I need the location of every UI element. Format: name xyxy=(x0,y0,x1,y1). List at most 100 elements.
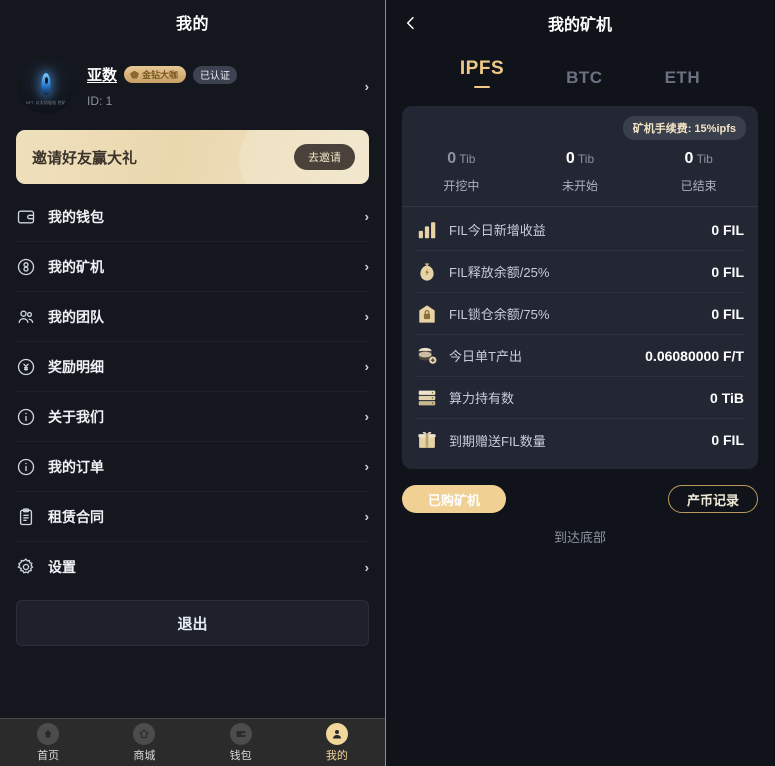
row-value: 0 FIL xyxy=(711,263,744,280)
profile-name-line: 亚数 金钻大咖 已认证 xyxy=(87,64,346,85)
stat-number: 0 xyxy=(684,150,694,167)
chevron-right-icon: › xyxy=(364,209,369,224)
tab-eth[interactable]: ETH xyxy=(665,68,701,88)
diamond-icon xyxy=(130,70,140,79)
menu-item-label: 我的矿机 xyxy=(48,258,104,275)
profile-icon xyxy=(325,722,348,745)
row-label: 算力持有数 xyxy=(449,391,515,406)
stat-value: 0 Tib xyxy=(685,150,713,168)
page-title: 我的 xyxy=(175,16,209,33)
miner-page-title: 我的矿机 xyxy=(547,17,612,34)
miner-actions: 已购矿机 产币记录 xyxy=(386,469,774,513)
tab-label: 首页 xyxy=(37,749,60,762)
row-hashrate: 算力持有数 0 TiB xyxy=(416,377,744,419)
menu-item-contract[interactable]: 租赁合同 › xyxy=(16,492,369,542)
menu-item-label: 我的订单 xyxy=(48,458,104,475)
chevron-right-icon: › xyxy=(364,78,369,94)
server-icon xyxy=(416,387,438,409)
invite-title: 邀请好友赢大礼 xyxy=(32,149,138,167)
team-icon xyxy=(16,307,36,327)
stat-value: 0 Tib xyxy=(566,150,594,168)
chevron-right-icon: › xyxy=(364,509,369,524)
chevron-right-icon: › xyxy=(364,309,369,324)
chevron-right-icon: › xyxy=(364,559,369,575)
profile-panel: 我的 NFT 以太坊轻松 挖矿 亚数 金钻大咖 已认证 ID: 1 › 邀请好友… xyxy=(0,0,386,766)
fee-row: 矿机手续费: 15%ipfs xyxy=(402,116,758,140)
avatar-glow-icon xyxy=(41,72,51,95)
coin-record-button[interactable]: 产币记录 xyxy=(667,485,758,513)
tab-label: 钱包 xyxy=(229,749,252,762)
stat-unit: Tib xyxy=(577,152,595,166)
owned-miners-button[interactable]: 已购矿机 xyxy=(402,485,507,513)
verified-badge: 已认证 xyxy=(193,65,238,84)
stat-label: 已结束 xyxy=(680,179,717,193)
tab-profile[interactable]: 我的 xyxy=(289,722,385,763)
tab-label: 商城 xyxy=(133,749,156,762)
shop-icon xyxy=(133,722,156,745)
tab-home[interactable]: 首页 xyxy=(0,722,96,763)
stat-number: 0 xyxy=(565,150,575,167)
menu-item-wallet[interactable]: 我的钱包 › xyxy=(16,192,369,242)
row-label: 今日单T产出 xyxy=(449,349,522,364)
avatar-caption: NFT 以太坊轻松 挖矿 xyxy=(25,99,67,105)
menu-item-about[interactable]: 关于我们 › xyxy=(16,392,369,442)
info-icon xyxy=(16,407,36,427)
contract-icon xyxy=(16,507,36,527)
row-daily-per-t: 今日单T产出 0.06080000 F/T xyxy=(416,335,744,377)
stat-mining: 0 Tib 开挖中 xyxy=(402,150,521,194)
wallet-icon xyxy=(16,207,36,227)
app-screen: 我的 NFT 以太坊轻松 挖矿 亚数 金钻大咖 已认证 ID: 1 › 邀请好友… xyxy=(0,0,775,766)
stat-unit: Tib xyxy=(696,152,713,166)
row-value: 0 FIL xyxy=(711,221,744,238)
tab-label: ETH xyxy=(664,68,701,87)
chevron-left-icon[interactable] xyxy=(398,10,424,36)
invite-banner[interactable]: 邀请好友赢大礼 去邀请 xyxy=(16,130,369,184)
user-id: ID: 1 xyxy=(87,94,113,108)
profile-info: 亚数 金钻大咖 已认证 ID: 1 xyxy=(87,64,346,108)
coin-tabs: IPFS BTC ETH xyxy=(386,46,774,94)
row-label: 到期赠送FIL数量 xyxy=(449,433,546,449)
tab-btc[interactable]: BTC xyxy=(566,68,602,88)
miner-icon xyxy=(16,257,36,277)
profile-card[interactable]: NFT 以太坊轻松 挖矿 亚数 金钻大咖 已认证 ID: 1 › xyxy=(0,44,385,130)
row-value: 0.06080000 F/T xyxy=(645,347,744,364)
vip-badge: 金钻大咖 xyxy=(124,66,187,83)
menu-item-label: 租赁合同 xyxy=(48,508,104,525)
row-value: 0 FIL xyxy=(711,432,744,448)
tab-wallet[interactable]: 钱包 xyxy=(193,722,289,763)
tab-shop[interactable]: 商城 xyxy=(96,722,192,763)
vip-badge-label: 金钻大咖 xyxy=(142,70,179,80)
list-end-note: 到达底部 xyxy=(553,530,606,545)
menu-item-label: 关于我们 xyxy=(48,408,104,425)
tab-label: BTC xyxy=(566,68,603,87)
menu-item-order[interactable]: 我的订单 › xyxy=(16,442,369,492)
avatar[interactable]: NFT 以太坊轻松 挖矿 xyxy=(18,58,74,114)
menu-item-label: 设置 xyxy=(48,559,76,575)
reward-icon xyxy=(16,357,36,377)
row-label: FIL释放余额/25% xyxy=(449,265,550,280)
miner-panel: 我的矿机 IPFS BTC ETH 矿机手续费: 15%ipfs 0 Tib 开… xyxy=(386,0,774,766)
invite-button[interactable]: 去邀请 xyxy=(294,144,355,170)
gear-icon xyxy=(16,557,36,577)
row-value: 0 FIL xyxy=(711,305,744,322)
menu-item-reward[interactable]: 奖励明细 › xyxy=(16,342,369,392)
wallet-icon xyxy=(229,722,252,745)
tab-ipfs[interactable]: IPFS xyxy=(459,57,505,88)
tab-underline xyxy=(474,85,491,88)
stat-number: 0 xyxy=(447,150,457,167)
row-value: 0 TiB xyxy=(710,389,744,406)
menu-item-settings[interactable]: 设置 › xyxy=(16,542,369,592)
home-icon xyxy=(37,722,60,745)
logout-button[interactable]: 退出 xyxy=(16,600,369,646)
chevron-right-icon: › xyxy=(364,459,369,474)
money-bag-icon xyxy=(416,261,438,283)
chevron-right-icon: › xyxy=(364,259,369,274)
settings-menu: 我的钱包 › 我的矿机 › 我的团队 › 奖励明细 › 关于我们 › 我的订单 … xyxy=(0,192,385,592)
stat-value: 0 Tib xyxy=(447,150,475,168)
menu-item-label: 我的钱包 xyxy=(48,208,104,225)
bottom-tabbar: 首页 商城 钱包 我的 xyxy=(0,718,385,766)
tab-label: IPFS xyxy=(459,57,505,79)
menu-item-miner[interactable]: 我的矿机 › xyxy=(16,242,369,292)
menu-item-team[interactable]: 我的团队 › xyxy=(16,292,369,342)
miner-header: 我的矿机 xyxy=(386,0,774,46)
